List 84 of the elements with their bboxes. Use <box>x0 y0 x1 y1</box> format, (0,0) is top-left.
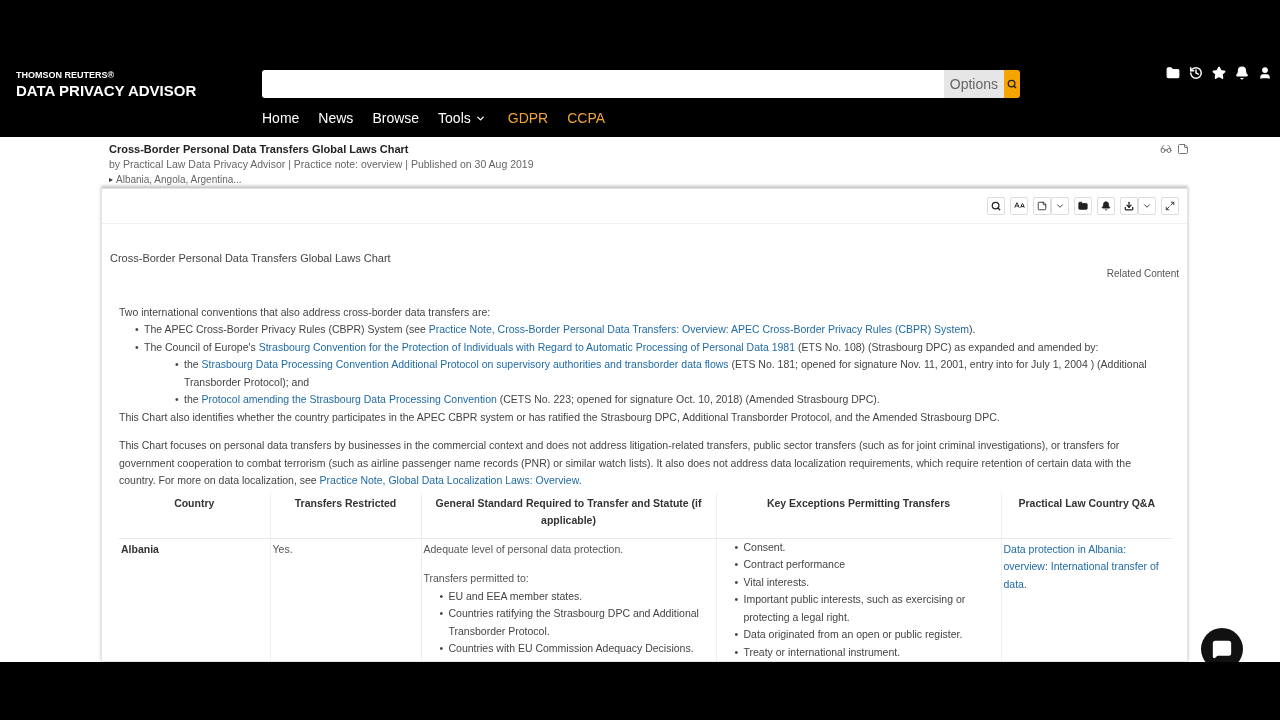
download-icon <box>1124 200 1134 211</box>
qa-link[interactable]: Data protection in Albania: overview: International transfer of data. <box>1003 540 1170 593</box>
text-size-icon <box>1013 200 1025 211</box>
related-content-link[interactable]: Related Content <box>1106 267 1179 279</box>
document-byline: by Practical Law Data Privacy Advisor | Practice note: overview | Published on 30 Aug 2019 <box>109 158 534 170</box>
table-cell-text: Adequate level of personal data protection. <box>423 541 625 557</box>
bullet: • <box>175 392 180 407</box>
bullet: • <box>734 592 740 607</box>
document-title: Cross-Border Personal Data Transfers Global Laws Chart <box>109 143 410 155</box>
folder-icon <box>1078 200 1088 211</box>
country-name: Albania <box>121 541 160 557</box>
list-item-text: Vital interests. <box>743 574 810 590</box>
column-header: Key Exceptions Permitting Transfers <box>716 492 1001 538</box>
expand-button[interactable] <box>1161 196 1179 215</box>
document-link[interactable]: Practice Note, Cross-Border Personal Data Transfers: Overview: APEC Cross-Border Privacy Rules (CBPR) System <box>428 323 970 335</box>
search-button[interactable] <box>1004 70 1020 98</box>
note-button[interactable] <box>1033 196 1051 215</box>
bell-icon[interactable] <box>1235 66 1249 80</box>
bullet: • <box>439 588 445 604</box>
column-header: Transfers Restricted <box>270 492 421 538</box>
note-icon <box>1037 200 1047 211</box>
expand-toggle[interactable]: ▸ <box>109 174 113 186</box>
intro-text: Two international conventions that also address cross-border data transfers are: <box>119 304 492 320</box>
list-item-text: Data originated from an open or public register. <box>743 627 963 642</box>
document-link[interactable]: Protocol amending the Strasbourg Data Processing Convention <box>201 393 497 405</box>
brand-name: DATA PRIVACY ADVISOR <box>16 82 198 99</box>
text-size-button[interactable] <box>1010 196 1028 215</box>
bell-icon <box>1101 200 1111 211</box>
nav-link[interactable]: Home <box>262 110 300 126</box>
bullet: • <box>439 606 445 621</box>
list-item-text: Countries ratifying the Strasbourg DPC and Additional Transborder Protocol. <box>448 606 700 639</box>
list-item-text: Consent. <box>743 539 786 555</box>
nav-link[interactable]: GDPR <box>507 110 549 126</box>
bullet: • <box>135 339 140 355</box>
search-button[interactable] <box>987 196 1005 215</box>
user-icon[interactable] <box>1258 66 1272 80</box>
chat-button[interactable] <box>1201 628 1243 662</box>
nav-menu[interactable]: Tools <box>438 110 486 126</box>
nav-link[interactable]: CCPA <box>567 110 606 126</box>
nav-link[interactable]: Browse <box>372 110 420 126</box>
paragraph: This Chart focuses on personal data transfers by businesses in the commercial context and does not address litigation-related transfers, public sector transfers (such as for joint criminal investigations), or transfers for government cooperation to combat terrorism (such as airline passenger name records (PNR) or similar watch lists). It also does not address data localization requirements, which require retention of certain data with the country. For more on data localization, see Practice Note, Global Data Localization Laws: Overview. <box>119 438 1132 488</box>
list-item-text: Important public interests, such as exercising or protecting a legal right. <box>743 592 967 625</box>
bell-button[interactable] <box>1097 196 1115 215</box>
bullet: • <box>135 322 140 337</box>
bullet: • <box>734 627 740 642</box>
glasses-icon[interactable] <box>1160 143 1172 155</box>
search-icon <box>1007 79 1017 89</box>
bullet: • <box>439 641 445 656</box>
paragraph: This Chart also identifies whether the country participates in the APEC CBPR system or has ratified the Strasbourg DPC, Additional Transborder Protocol, and the Amended Strasbourg DPC. <box>119 409 1001 425</box>
search-icon <box>991 200 1001 211</box>
list-item-text: The Council of Europe's Strasbourg Convention for the Protection of Individuals with Regard to Automatic Processing of Personal Data 1981 (ETS No. 108) (Strasbourg DPC) as expanded and amended by: <box>144 339 1099 355</box>
download-button[interactable] <box>1120 196 1138 215</box>
search-field[interactable] <box>262 70 944 98</box>
bullet: • <box>734 557 740 572</box>
bullet: • <box>734 644 740 660</box>
nav-link[interactable]: News <box>318 110 354 126</box>
bullet: • <box>734 539 740 555</box>
brand-tagline: THOMSON REUTERS® <box>16 70 116 80</box>
column-header: Country <box>119 492 270 538</box>
folder-button[interactable] <box>1074 196 1092 215</box>
list-item-text: the Protocol amending the Strasbourg Data Processing Convention (CETS No. 223; opened for signature Oct. 10, 2018) (Amended Strasbourg DPC). <box>184 392 880 407</box>
history-icon[interactable] <box>1189 66 1203 80</box>
document-link[interactable]: Practice Note, Global Data Localization Laws: Overview <box>319 474 579 486</box>
list-item-text: Treaty or international instrument. <box>743 644 901 660</box>
jurisdictions-link[interactable]: Albania, Angola, Argentina... <box>116 174 242 186</box>
bullet: • <box>175 357 180 372</box>
expand-icon <box>1165 200 1175 211</box>
list-item-text: Contract performance <box>743 557 846 572</box>
document-link[interactable]: Strasbourg Data Processing Convention Additional Protocol on supervisory authorities and transborder data flows <box>201 358 729 370</box>
note-icon[interactable] <box>1177 143 1189 155</box>
list-item-text: Countries with EU Commission Adequacy Decisions. <box>448 641 694 656</box>
folder-icon[interactable] <box>1166 66 1180 80</box>
chat-icon <box>1212 639 1232 659</box>
options-button[interactable]: Options <box>943 70 1004 98</box>
list-item-text: The APEC Cross-Border Privacy Rules (CBPR) System (see Practice Note, Cross-Border Personal Data Transfers: Overview: APEC Cross-Border Privacy Rules (CBPR) System). <box>144 322 976 337</box>
content-title: Cross-Border Personal Data Transfers Global Laws Chart <box>110 251 392 264</box>
list-item-text: EU and EEA member states. <box>448 588 583 604</box>
document-link[interactable]: Strasbourg Convention for the Protection of Individuals with Regard to Automatic Processing of Personal Data 1981 <box>258 340 796 353</box>
table-cell-text: Yes. <box>272 541 294 557</box>
column-header: General Standard Required to Transfer and Statute (if applicable) <box>421 492 716 538</box>
table-cell-text: Transfers permitted to: <box>423 571 530 586</box>
bullet: • <box>734 574 740 590</box>
column-header: Practical Law Country Q&A <box>1001 492 1172 538</box>
star-icon[interactable] <box>1212 66 1226 80</box>
